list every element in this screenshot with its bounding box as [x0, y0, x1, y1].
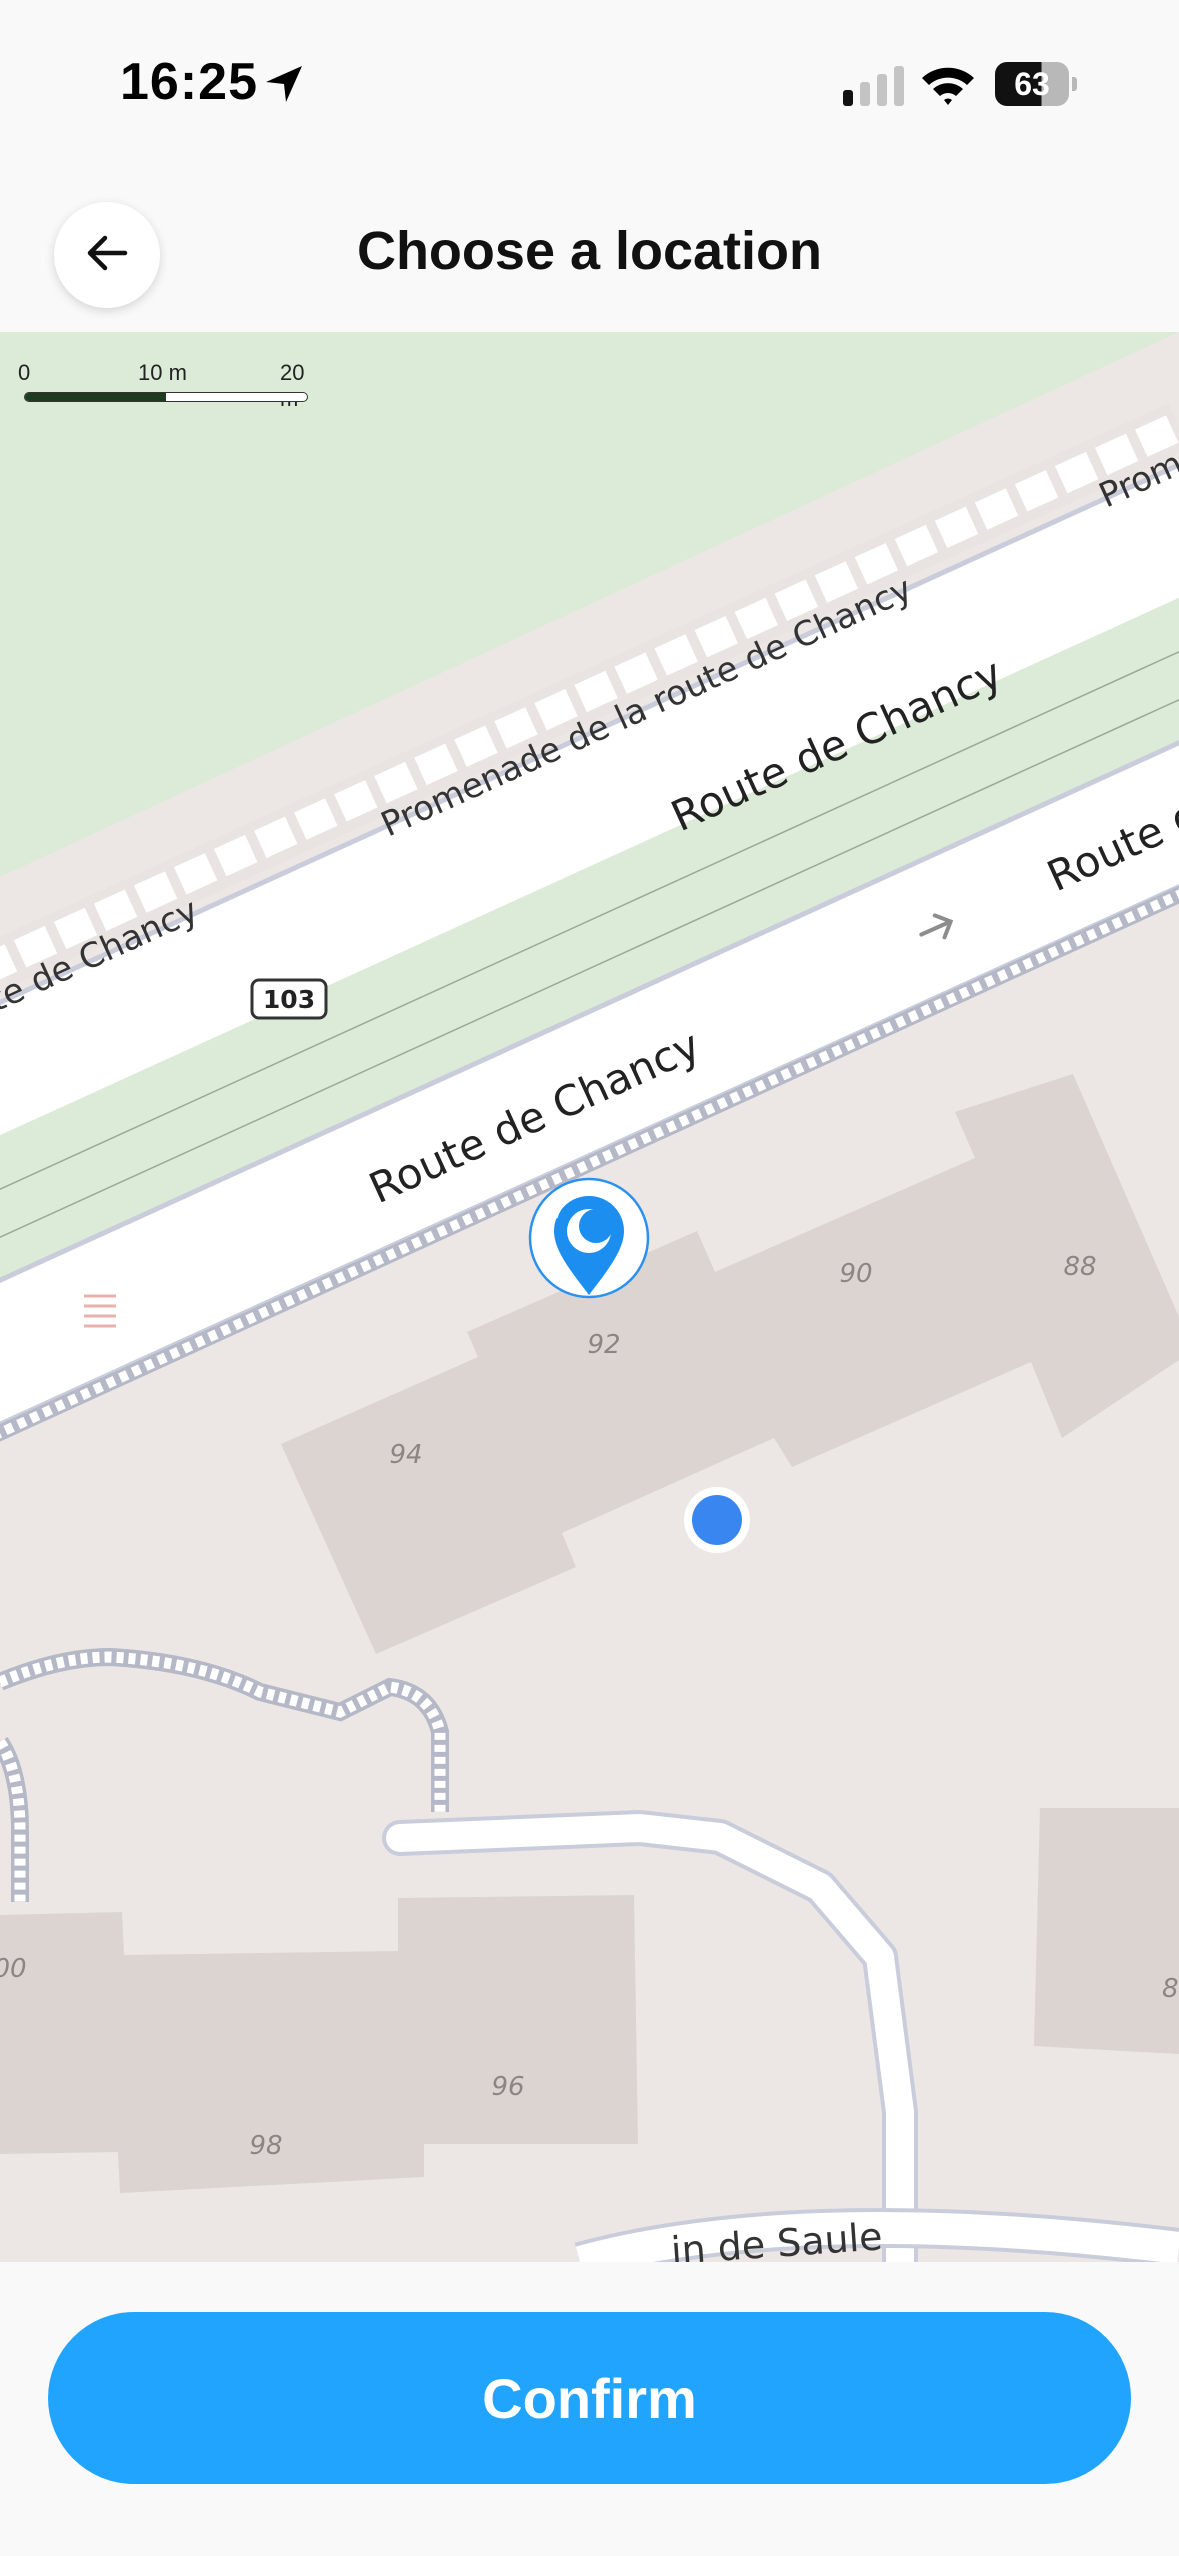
header: Choose a location: [0, 170, 1179, 332]
house-number: 98: [249, 2131, 282, 2161]
house-number: 00: [0, 1954, 27, 1984]
location-arrow-icon: [262, 62, 306, 111]
scale-label-10m: 10 m: [138, 360, 187, 385]
map-scale-bar: 0 10 m 20 m: [18, 360, 318, 411]
scale-label-0: 0: [18, 360, 31, 385]
status-time: 16:25: [120, 53, 258, 111]
scale-track: [24, 392, 308, 402]
battery-icon: 63: [995, 62, 1077, 106]
route-number: 103: [263, 985, 315, 1014]
confirm-button[interactable]: Confirm: [48, 2312, 1131, 2484]
house-number: 90: [839, 1259, 872, 1289]
scale-label-20m: 20 m: [280, 360, 305, 411]
battery-tip: [1072, 77, 1077, 91]
map-pin-icon[interactable]: [528, 1177, 650, 1299]
footpath: [0, 1647, 449, 1812]
building-right: [1034, 1808, 1179, 2054]
house-number: 92: [587, 1330, 620, 1360]
house-number: 88: [1063, 1252, 1096, 1282]
footer: Confirm: [0, 2262, 1179, 2556]
map-canvas[interactable]: Promenade de la route de Chancy te de Ch…: [0, 332, 1179, 2262]
house-number: 8(: [1162, 1974, 1179, 2004]
battery-level: 63: [1014, 66, 1050, 102]
house-number: 94: [389, 1440, 422, 1470]
signal-icon: [843, 66, 905, 111]
building-96-98: [0, 1895, 638, 2193]
scale-fill: [25, 393, 166, 401]
map-view[interactable]: Promenade de la route de Chancy te de Ch…: [0, 332, 1179, 2262]
current-location-dot: [692, 1495, 742, 1545]
status-bar: 16:25 63: [0, 0, 1179, 170]
page-title: Choose a location: [356, 221, 823, 281]
house-number: 96: [491, 2072, 524, 2102]
wifi-icon: [920, 62, 976, 111]
